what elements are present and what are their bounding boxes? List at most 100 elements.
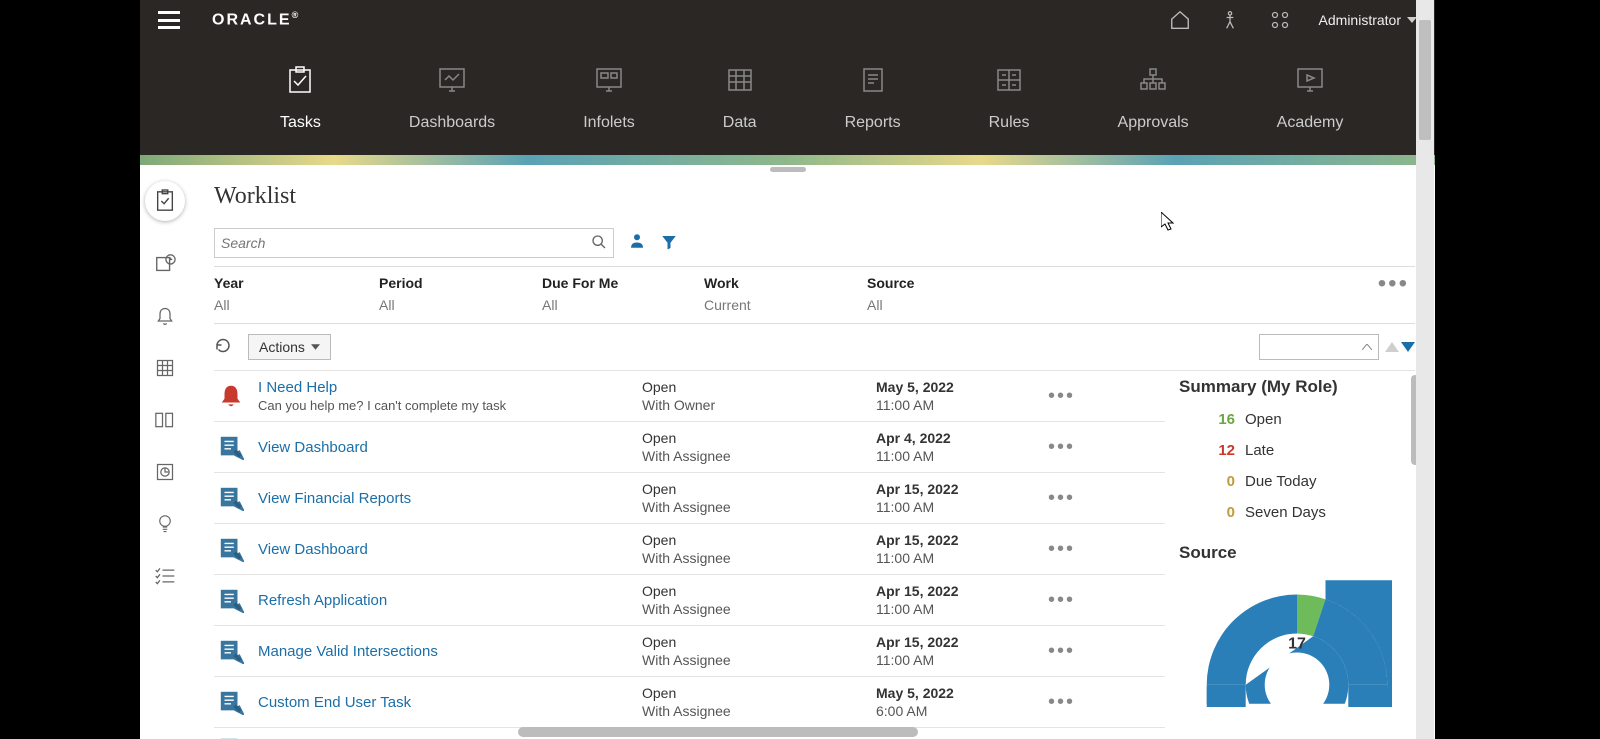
- summary-row[interactable]: 16 Open: [1179, 411, 1415, 428]
- task-date: Apr 15, 2022: [876, 583, 1026, 599]
- task-sub: Can you help me? I can't complete my tas…: [258, 398, 628, 413]
- task-time: 6:00 AM: [876, 703, 1026, 719]
- nav-item-academy[interactable]: Academy: [1277, 64, 1344, 132]
- task-assignee: With Assignee: [642, 550, 862, 566]
- task-date: May 5, 2022: [876, 685, 1026, 701]
- rail-grid-icon[interactable]: [154, 357, 176, 379]
- sort-asc-icon[interactable]: [1385, 339, 1399, 355]
- hamburger-menu[interactable]: [158, 11, 180, 29]
- task-title[interactable]: Refresh Application: [258, 592, 628, 609]
- person-filter-icon[interactable]: [628, 232, 646, 255]
- filter-more-icon[interactable]: •••: [1378, 281, 1409, 287]
- task-title[interactable]: I Need Help: [258, 379, 628, 396]
- task-menu-icon[interactable]: •••: [1040, 393, 1083, 399]
- actions-button[interactable]: Actions: [248, 334, 331, 360]
- rail-schedule-icon[interactable]: [154, 253, 176, 275]
- task-menu-icon[interactable]: •••: [1040, 597, 1083, 603]
- filter-due[interactable]: Due For Me All: [542, 275, 704, 313]
- main-nav: Tasks Dashboards Infolets Data Reports Rules A…: [140, 40, 1435, 155]
- rail-report-icon[interactable]: [154, 461, 176, 483]
- nav-item-reports[interactable]: Reports: [845, 64, 901, 132]
- task-status: Open: [642, 583, 862, 599]
- summary-label: Open: [1245, 411, 1282, 428]
- summary-count: 12: [1209, 442, 1235, 459]
- home-icon[interactable]: [1169, 9, 1191, 31]
- source-donut-chart: 17: [1179, 577, 1415, 707]
- filter-source[interactable]: Source All: [867, 275, 1067, 313]
- rail-checklist-icon[interactable]: [154, 565, 176, 587]
- nav-item-rules[interactable]: Rules: [989, 64, 1030, 132]
- summary-row[interactable]: 0Due Today: [1179, 473, 1415, 490]
- filter-period[interactable]: Period All: [379, 275, 542, 313]
- task-menu-icon[interactable]: •••: [1040, 648, 1083, 654]
- search-box[interactable]: [214, 228, 614, 258]
- user-menu[interactable]: Administrator: [1319, 12, 1417, 28]
- page-title: Worklist: [214, 183, 1415, 210]
- task-row[interactable]: View Dashboard Open With Assignee Apr 15, 2…: [214, 524, 1165, 575]
- task-icon: [218, 536, 244, 562]
- summary-count: 16: [1209, 411, 1235, 428]
- summary-label: Late: [1245, 442, 1274, 459]
- task-menu-icon[interactable]: •••: [1040, 699, 1083, 705]
- task-status: Open: [642, 532, 862, 548]
- nav-item-tasks[interactable]: Tasks: [280, 64, 321, 132]
- summary-row[interactable]: 12 Late: [1179, 442, 1415, 459]
- source-title: Source: [1179, 543, 1415, 563]
- task-row[interactable]: View Dashboard Open With Assignee Apr 4, 20…: [214, 422, 1165, 473]
- search-icon[interactable]: [591, 234, 607, 253]
- task-menu-icon[interactable]: •••: [1040, 546, 1083, 552]
- filter-work[interactable]: Work Current: [704, 275, 867, 313]
- sort-desc-icon[interactable]: [1401, 339, 1415, 355]
- accessibility-icon[interactable]: [1219, 9, 1241, 31]
- task-time: 11:00 AM: [876, 397, 1026, 413]
- filter-icon[interactable]: [660, 233, 678, 254]
- task-row[interactable]: Manage Valid IntersectionsOpenWith Assig…: [214, 626, 1165, 677]
- task-time: 11:00 AM: [876, 601, 1026, 617]
- sort-select[interactable]: [1259, 334, 1379, 360]
- task-title[interactable]: View Dashboard: [258, 439, 628, 456]
- task-date: Apr 15, 2022: [876, 532, 1026, 548]
- rail-lightbulb-icon[interactable]: [154, 513, 176, 535]
- task-status: Open: [642, 379, 862, 395]
- summary-row[interactable]: 0Seven Days: [1179, 504, 1415, 521]
- task-status: Open: [642, 430, 862, 446]
- bell-icon: [218, 383, 244, 409]
- task-icon: [218, 689, 244, 715]
- task-date: Apr 4, 2022: [876, 430, 1026, 446]
- task-time: 11:00 AM: [876, 499, 1026, 515]
- banner-strip: [140, 155, 1435, 165]
- rail-cards-icon[interactable]: [154, 409, 176, 431]
- apps-icon[interactable]: [1269, 9, 1291, 31]
- task-icon: [218, 638, 244, 664]
- nav-item-dashboards[interactable]: Dashboards: [409, 64, 495, 132]
- rail-alerts-icon[interactable]: [154, 305, 176, 327]
- task-assignee: With Assignee: [642, 652, 862, 668]
- task-date: Apr 15, 2022: [876, 634, 1026, 650]
- task-row[interactable]: I Need Help Can you help me? I can't comp…: [214, 371, 1165, 422]
- nav-item-infolets[interactable]: Infolets: [583, 64, 635, 132]
- summary-count: 0: [1209, 473, 1235, 490]
- task-assignee: With Assignee: [642, 448, 862, 464]
- refresh-icon[interactable]: [214, 336, 232, 359]
- horizontal-scrollbar[interactable]: [518, 727, 918, 737]
- task-row[interactable]: View Financial ReportsOpenWith AssigneeA…: [214, 473, 1165, 524]
- app-scrollbar[interactable]: [1416, 0, 1434, 739]
- task-status: Open: [642, 685, 862, 701]
- task-row[interactable]: Custom End User Task Open With Assignee May…: [214, 677, 1165, 728]
- filter-bar: Year All Period All Due For Me All Work …: [214, 266, 1415, 324]
- task-title[interactable]: View Financial Reports: [258, 490, 628, 507]
- nav-item-approvals[interactable]: Approvals: [1118, 64, 1189, 132]
- task-title[interactable]: View Dashboard: [258, 541, 628, 558]
- tasks-list: I Need Help Can you help me? I can't comp…: [214, 371, 1165, 739]
- nav-item-data[interactable]: Data: [723, 64, 757, 132]
- rail-worklist-icon[interactable]: [145, 181, 185, 221]
- summary-title: Summary (My Role): [1179, 377, 1415, 397]
- task-assignee: With Assignee: [642, 703, 862, 719]
- task-row[interactable]: Refresh ApplicationOpenWith AssigneeApr …: [214, 575, 1165, 626]
- task-menu-icon[interactable]: •••: [1040, 444, 1083, 450]
- filter-year[interactable]: Year All: [214, 275, 379, 313]
- task-menu-icon[interactable]: •••: [1040, 495, 1083, 501]
- search-input[interactable]: [221, 235, 591, 251]
- task-title[interactable]: Custom End User Task: [258, 694, 628, 711]
- task-title[interactable]: Manage Valid Intersections: [258, 643, 628, 660]
